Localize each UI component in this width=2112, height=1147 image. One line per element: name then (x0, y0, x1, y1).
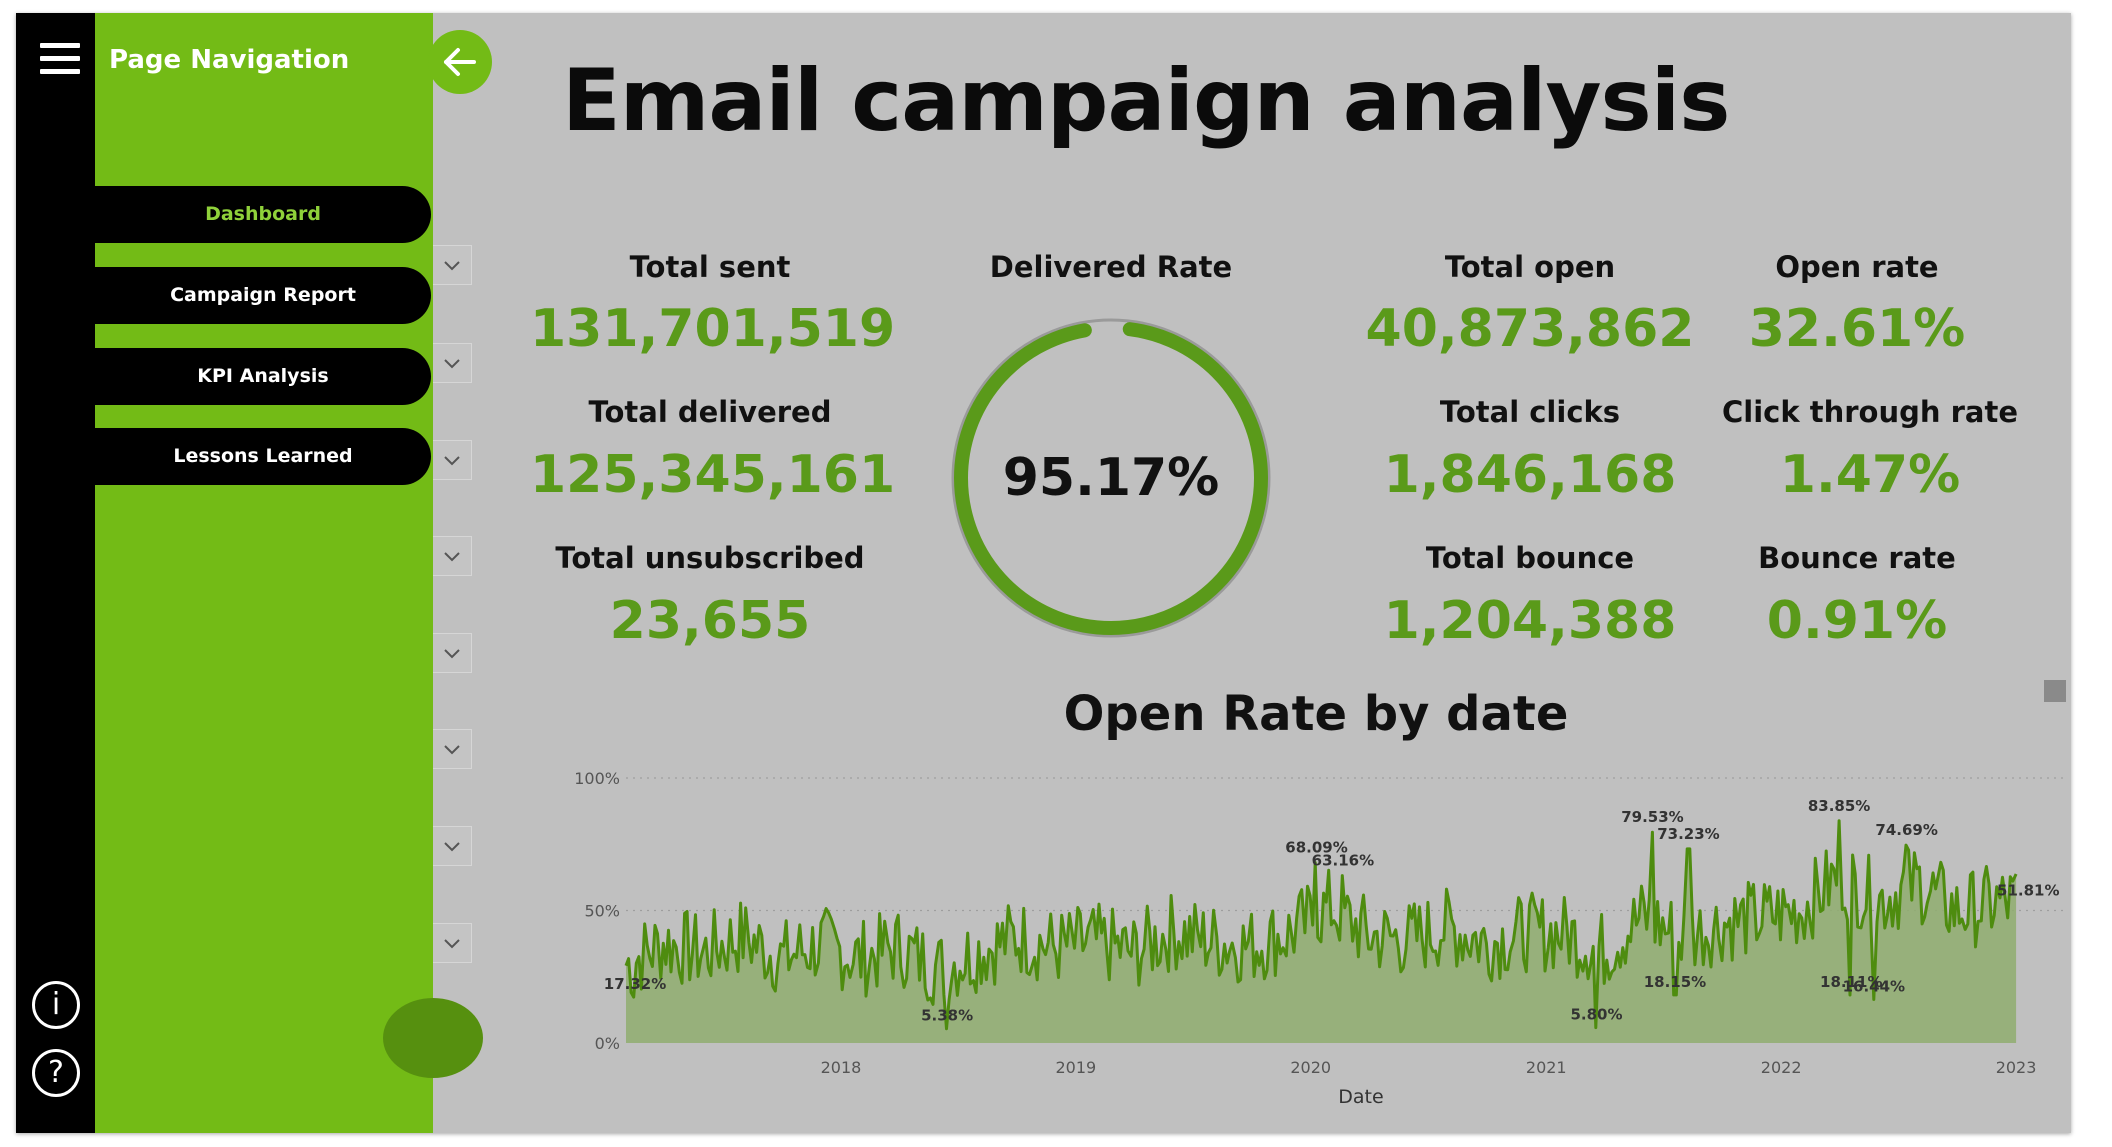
data-label: 18.15% (1644, 973, 1706, 991)
back-button[interactable] (428, 30, 492, 94)
data-label: 51.81% (1997, 882, 2059, 900)
help-icon[interactable]: ? (32, 1049, 80, 1097)
delivered-rate-value: 95.17% (1003, 448, 1220, 508)
total-delivered-label: Total delivered (588, 395, 832, 429)
data-label: 79.53% (1621, 808, 1683, 826)
chevron-down-icon[interactable] (433, 729, 472, 769)
hamburger-menu-icon[interactable] (40, 43, 80, 77)
x-tick-label: 2020 (1290, 1058, 1331, 1077)
data-label: 83.85% (1808, 797, 1870, 815)
chevron-down-icon[interactable] (433, 536, 472, 576)
chevron-down-icon[interactable] (433, 826, 472, 866)
total-unsubscribed-label: Total unsubscribed (555, 541, 865, 575)
scrollbar-thumb[interactable] (2044, 680, 2066, 702)
nav-title: Page Navigation (109, 45, 350, 75)
info-icon[interactable]: i (32, 981, 80, 1029)
navigation-panel: Page Navigation (95, 13, 433, 1133)
total-open-label: Total open (1444, 250, 1616, 284)
y-tick-label: 0% (595, 1034, 620, 1053)
data-label: 73.23% (1657, 825, 1719, 843)
x-tick-label: 2021 (1526, 1058, 1567, 1077)
total-bounce-label: Total bounce (1425, 541, 1635, 575)
nav-lessons-learned-button[interactable]: Lessons Learned (95, 428, 431, 485)
hidden-slicer-button[interactable] (383, 998, 483, 1078)
back-arrow-icon (444, 48, 476, 76)
x-tick-label: 2018 (821, 1058, 862, 1077)
open-rate-value: 32.61% (1748, 299, 1966, 359)
delivered-rate-gauge: 95.17% (951, 318, 1271, 638)
chevron-down-icon[interactable] (433, 440, 472, 480)
total-open-value: 40,873,862 (1365, 299, 1695, 359)
data-label: 5.80% (1570, 1006, 1622, 1024)
data-label: 63.16% (1312, 852, 1374, 870)
nav-dashboard-button[interactable]: Dashboard (95, 186, 431, 243)
open-rate-label: Open rate (1775, 250, 1939, 284)
bounce-rate-value: 0.91% (1766, 591, 1948, 651)
y-tick-label: 50% (584, 902, 620, 921)
total-delivered-value: 125,345,161 (530, 445, 896, 505)
total-clicks-value: 1,846,168 (1383, 445, 1677, 505)
data-label: 5.38% (921, 1007, 973, 1025)
nav-kpi-analysis-button[interactable]: KPI Analysis (95, 348, 431, 405)
open-rate-chart: 0% 50% 100% 2018 2019 2020 2021 2022 2023 Date 17.… (574, 769, 2066, 1108)
chevron-down-icon[interactable] (433, 923, 472, 963)
chart-title: Open Rate by date (1063, 686, 1569, 742)
data-label: 74.69% (1875, 821, 1937, 839)
chevron-down-icon[interactable] (433, 633, 472, 673)
bounce-rate-label: Bounce rate (1758, 541, 1956, 575)
delivered-rate-label: Delivered Rate (989, 250, 1233, 284)
total-unsubscribed-value: 23,655 (609, 591, 811, 651)
ctr-label: Click through rate (1721, 395, 2019, 429)
data-label: 16.44% (1843, 977, 1905, 995)
x-tick-label: 2023 (1996, 1058, 2037, 1077)
x-tick-label: 2019 (1055, 1058, 1096, 1077)
icon-rail: i ? (16, 13, 95, 1133)
x-axis-label: Date (1338, 1086, 1383, 1108)
y-tick-label: 100% (574, 769, 620, 788)
data-label: 17.32% (604, 975, 666, 993)
chevron-down-icon[interactable] (433, 343, 472, 383)
report-canvas: i ? Page Navigation Dashboard Campaign R… (16, 13, 2071, 1133)
x-tick-label: 2022 (1761, 1058, 1802, 1077)
total-sent-value: 131,701,519 (530, 299, 896, 359)
page-title: Email campaign analysis (562, 51, 1730, 151)
nav-campaign-report-button[interactable]: Campaign Report (95, 267, 431, 324)
total-bounce-value: 1,204,388 (1383, 591, 1677, 651)
ctr-value: 1.47% (1779, 445, 1961, 505)
total-clicks-label: Total clicks (1439, 395, 1621, 429)
chevron-down-icon[interactable] (433, 245, 472, 285)
total-sent-label: Total sent (629, 250, 791, 284)
